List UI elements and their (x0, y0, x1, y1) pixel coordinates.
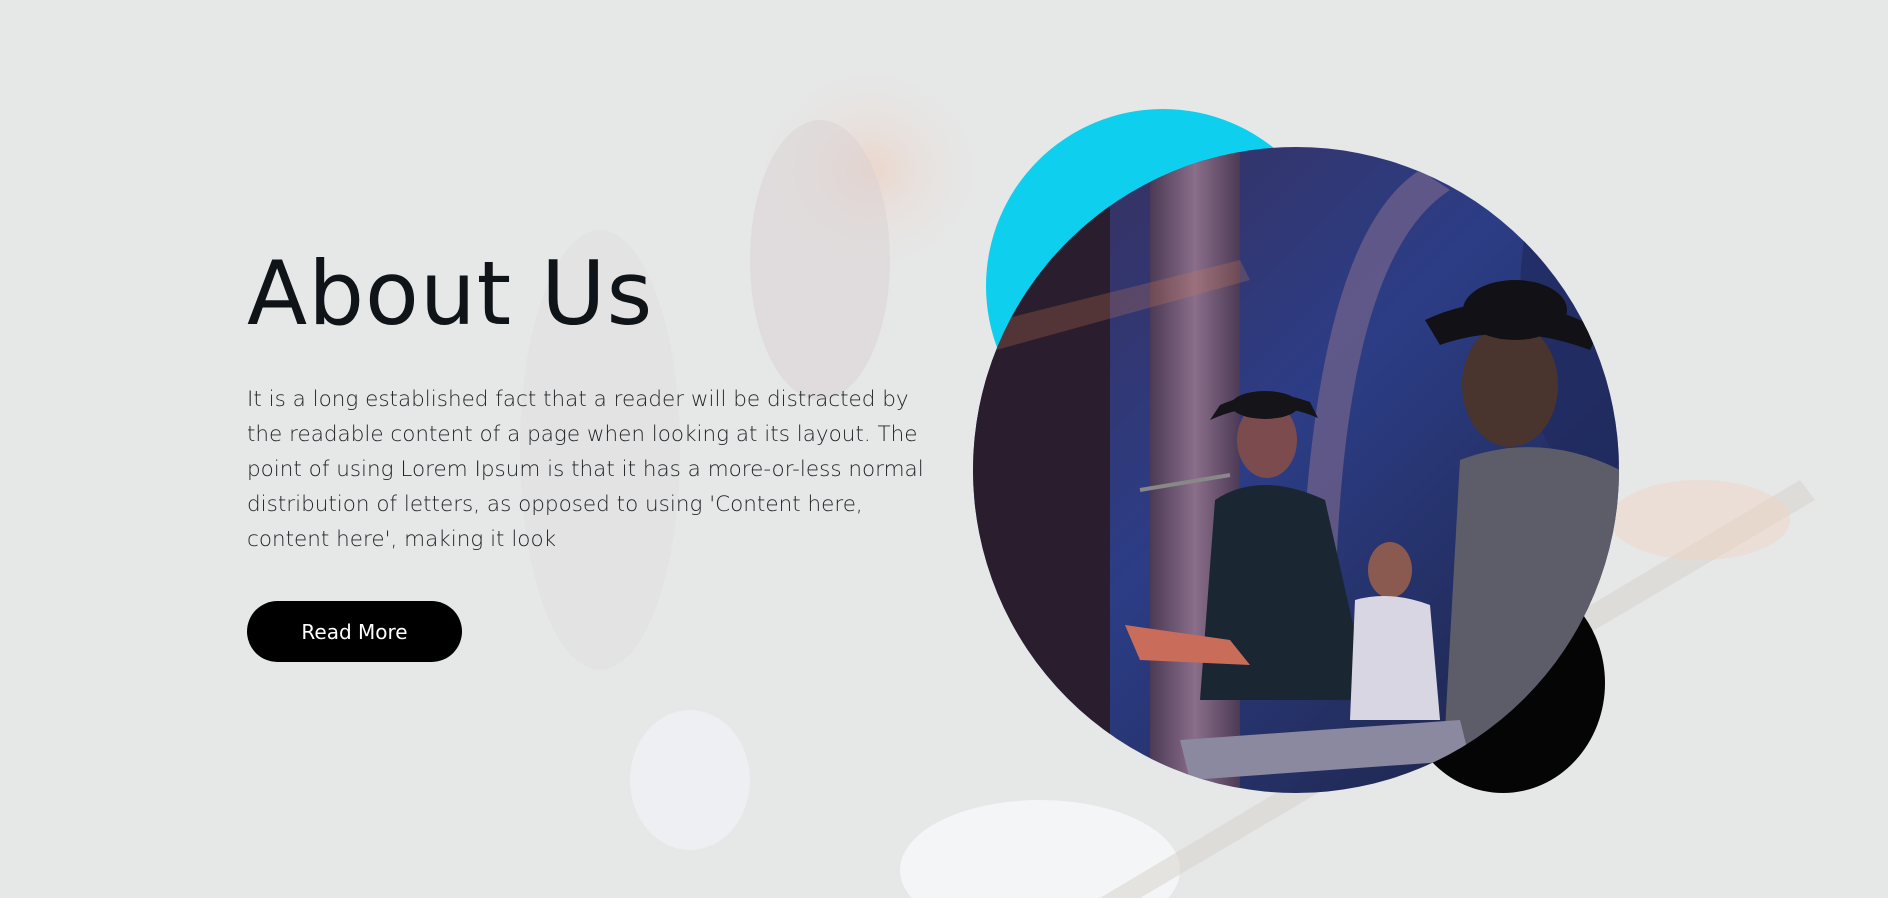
read-more-button[interactable]: Read More (247, 601, 462, 662)
about-section: About Us It is a long established fact t… (247, 246, 927, 662)
about-description: It is a long established fact that a rea… (247, 387, 924, 552)
about-title: About Us (247, 242, 654, 345)
